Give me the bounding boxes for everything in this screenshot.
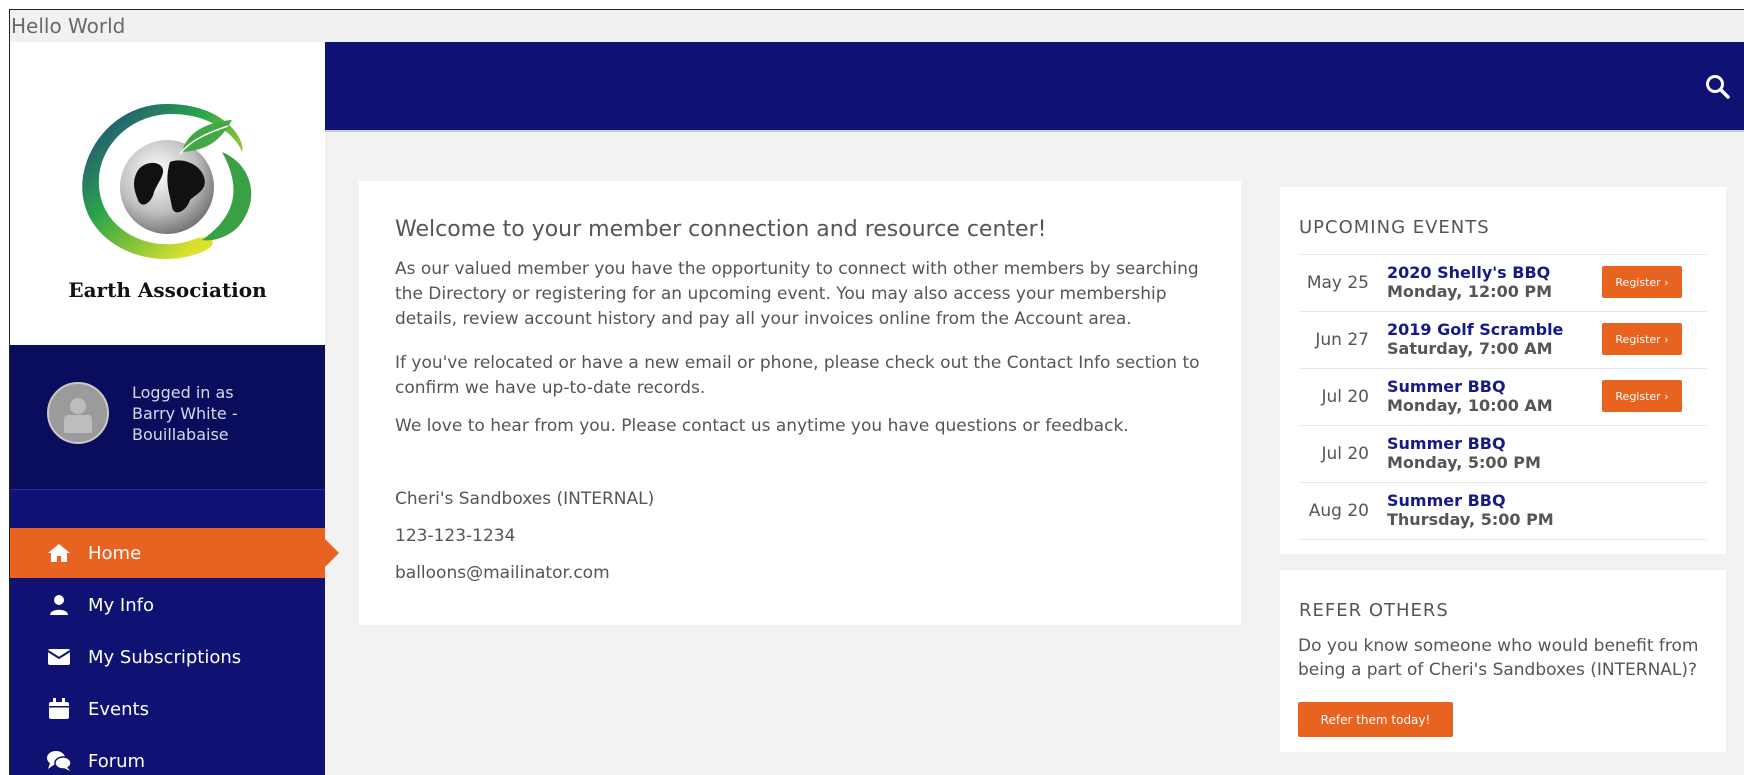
event-date: Jul 20 (1321, 387, 1369, 407)
contact-phone: 123-123-1234 (395, 526, 516, 546)
register-button[interactable]: Register › (1602, 323, 1682, 355)
nav-label-my-info: My Info (88, 594, 154, 616)
home-icon (46, 542, 72, 564)
earth-association-logo (82, 104, 252, 259)
nav-item-my-subscriptions[interactable]: My Subscriptions (10, 631, 325, 683)
event-row: Aug 20 Summer BBQ Thursday, 5:00 PM (1299, 483, 1707, 540)
nav-item-home[interactable]: Home (10, 528, 339, 578)
contact-org: Cheri's Sandboxes (INTERNAL) (395, 489, 655, 509)
welcome-card: Welcome to your member connection and re… (359, 181, 1241, 625)
event-name-link[interactable]: 2019 Golf Scramble (1387, 320, 1563, 339)
event-row: May 25 2020 Shelly's BBQ Monday, 12:00 P… (1299, 255, 1707, 312)
logged-in-label: Logged in as (132, 383, 234, 402)
browser-frame: Hello World Earth Association Logged in … (9, 9, 1744, 775)
search-icon[interactable] (1705, 74, 1731, 100)
event-time: Monday, 5:00 PM (1387, 453, 1541, 472)
event-name-link[interactable]: 2020 Shelly's BBQ (1387, 263, 1550, 282)
event-date: May 25 (1306, 273, 1369, 293)
upcoming-events-card: UPCOMING EVENTS May 25 2020 Shelly's BBQ… (1280, 187, 1726, 554)
window-title: Hello World (10, 10, 1744, 42)
org-name: Earth Association (68, 278, 267, 302)
calendar-icon (46, 698, 72, 720)
user-info: Logged in as Barry White - Bouillabaise (10, 345, 325, 490)
event-name-link[interactable]: Summer BBQ (1387, 377, 1506, 396)
nav-item-my-info[interactable]: My Info (10, 579, 325, 631)
nav-item-events[interactable]: Events (10, 683, 325, 735)
welcome-paragraph: We love to hear from you. Please contact… (395, 416, 1129, 436)
logged-in-text: Logged in as Barry White - Bouillabaise (132, 382, 282, 445)
user-name: Barry White - (132, 404, 238, 423)
refer-text: Do you know someone who would benefit fr… (1298, 636, 1699, 680)
event-time: Monday, 10:00 AM (1387, 396, 1553, 415)
event-list: May 25 2020 Shelly's BBQ Monday, 12:00 P… (1299, 254, 1707, 540)
nav-label-forum: Forum (88, 750, 146, 772)
event-time: Thursday, 5:00 PM (1387, 510, 1554, 529)
sidebar: Earth Association Logged in as Barry Whi… (10, 42, 339, 775)
contact-email[interactable]: balloons@mailinator.com (395, 563, 610, 583)
nav-label-my-subscriptions: My Subscriptions (88, 646, 242, 668)
header-bar (325, 42, 1744, 132)
nav-label-home: Home (88, 542, 142, 564)
user-company: Bouillabaise (132, 425, 229, 444)
event-row: Jul 20 Summer BBQ Monday, 5:00 PM (1299, 426, 1707, 483)
sidebar-nav: Home My Info My Subscriptions Events For… (10, 528, 339, 775)
register-button[interactable]: Register › (1602, 380, 1682, 412)
welcome-paragraph: If you've relocated or have a new email … (395, 353, 1200, 398)
event-date: Aug 20 (1308, 501, 1369, 521)
envelope-icon (46, 646, 72, 668)
welcome-paragraph: As our valued member you have the opport… (395, 259, 1199, 329)
user-icon (46, 594, 72, 616)
nav-label-events: Events (88, 698, 149, 720)
comments-icon (46, 750, 72, 772)
event-row: Jun 27 2019 Golf Scramble Saturday, 7:00… (1299, 312, 1707, 369)
event-row: Jul 20 Summer BBQ Monday, 10:00 AM Regis… (1299, 369, 1707, 426)
welcome-title: Welcome to your member connection and re… (395, 217, 1047, 242)
event-date: Jul 20 (1321, 444, 1369, 464)
logo-area[interactable]: Earth Association (10, 42, 325, 345)
refer-button[interactable]: Refer them today! (1298, 702, 1453, 737)
avatar[interactable] (47, 382, 109, 444)
nav-item-forum[interactable]: Forum (10, 735, 325, 775)
event-name-link[interactable]: Summer BBQ (1387, 491, 1506, 510)
register-button[interactable]: Register › (1602, 266, 1682, 298)
refer-others-heading: REFER OTHERS (1299, 600, 1449, 621)
upcoming-events-heading: UPCOMING EVENTS (1299, 217, 1490, 238)
event-time: Saturday, 7:00 AM (1387, 339, 1553, 358)
refer-others-card: REFER OTHERS Do you know someone who wou… (1280, 570, 1726, 752)
event-date: Jun 27 (1315, 330, 1369, 350)
event-time: Monday, 12:00 PM (1387, 282, 1553, 301)
event-name-link[interactable]: Summer BBQ (1387, 434, 1506, 453)
